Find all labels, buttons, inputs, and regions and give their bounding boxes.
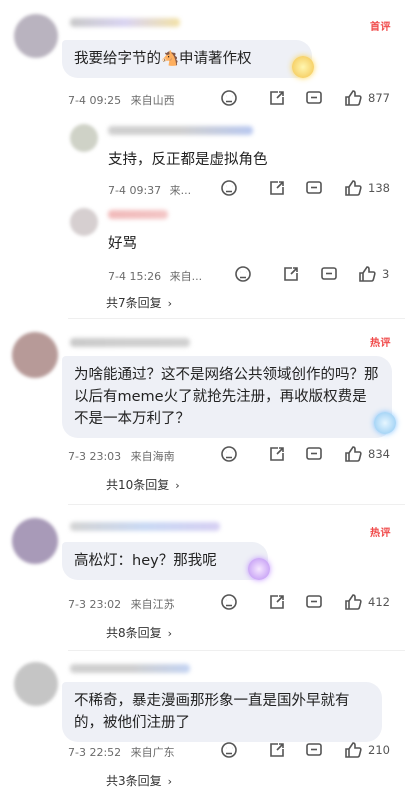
username-blurred[interactable] (70, 522, 220, 531)
comment-text[interactable]: 为啥能通过？这不是网络公共领域创作的吗？那以后有meme火了就抢先注册，再收版权… (62, 356, 392, 438)
avatar[interactable] (14, 662, 58, 706)
reply-1: 支持，反正都是虚拟角色 7-4 09:37 来... 138 (0, 118, 405, 198)
chevron-right-icon: › (167, 775, 173, 788)
comment-text[interactable]: 不稀奇，暴走漫画那形象一直是国外早就有的，被他们注册了 (62, 682, 382, 742)
username-blurred[interactable] (70, 338, 190, 347)
fan-badge-icon (292, 56, 314, 78)
comment-3: 热评 高松灯：hey？那我呢 7-3 23:02 来自江苏 412 共8条回复 › (0, 506, 405, 648)
chevron-right-icon: › (167, 297, 173, 310)
reply-count: 共3条回复 (106, 774, 162, 788)
share-icon[interactable] (268, 179, 286, 197)
username-blurred[interactable] (108, 126, 253, 135)
reply-count: 共10条回复 (106, 478, 170, 492)
dislike-icon[interactable] (234, 265, 252, 283)
avatar[interactable] (14, 14, 58, 58)
action-bar: 3 (234, 265, 404, 283)
location: 来自... (169, 270, 203, 283)
comment-1: 首评 我要给字节的🐴申请著作权 7-4 09:25 来自山西 877 (0, 0, 405, 118)
like-count: 877 (368, 91, 390, 105)
comment-icon[interactable] (305, 593, 323, 611)
comment-meta: 7-3 22:52 来自广东 (68, 744, 175, 760)
action-bar: 412 (220, 593, 400, 611)
comment-icon[interactable] (305, 179, 323, 197)
like-count: 138 (368, 181, 390, 195)
divider (68, 318, 405, 319)
avatar[interactable] (70, 124, 98, 152)
reply-count: 共8条回复 (106, 626, 162, 640)
timestamp: 7-4 09:37 (108, 184, 162, 197)
comment-icon[interactable] (305, 741, 323, 759)
fan-badge-icon (248, 558, 270, 580)
hot-comment-tag: 热评 (370, 528, 391, 539)
comment-text[interactable]: 我要给字节的🐴申请著作权 (62, 40, 312, 78)
like-icon[interactable] (344, 741, 362, 759)
timestamp: 7-3 22:52 (68, 746, 122, 759)
view-replies-link[interactable]: 共8条回复 › (106, 624, 172, 641)
comment-meta: 7-4 09:25 来自山西 (68, 92, 175, 108)
timestamp: 7-3 23:03 (68, 450, 122, 463)
timestamp: 7-4 09:25 (68, 94, 122, 107)
location: 来自山西 (130, 94, 175, 107)
view-replies-link[interactable]: 共10条回复 › (106, 476, 180, 493)
view-replies-link[interactable]: 共7条回复 › (106, 294, 172, 311)
comment-text[interactable]: 高松灯：hey？那我呢 (62, 542, 268, 580)
share-icon[interactable] (268, 445, 286, 463)
like-icon[interactable] (344, 179, 362, 197)
avatar[interactable] (12, 518, 58, 564)
comment-4: 不稀奇，暴走漫画那形象一直是国外早就有的，被他们注册了 7-3 22:52 来自… (0, 652, 405, 800)
reply-meta: 7-4 15:26 来自... (108, 268, 202, 284)
reply-2: 好骂 7-4 15:26 来自... 3 共7条回复 › (0, 200, 405, 310)
action-bar: 210 (220, 741, 400, 759)
dislike-icon[interactable] (220, 593, 238, 611)
comment-icon[interactable] (305, 89, 323, 107)
comment-icon[interactable] (305, 445, 323, 463)
timestamp: 7-3 23:02 (68, 598, 122, 611)
location: 来自海南 (130, 450, 175, 463)
reply-text[interactable]: 好骂 (108, 232, 137, 253)
comment-icon[interactable] (320, 265, 338, 283)
like-icon[interactable] (344, 445, 362, 463)
timestamp: 7-4 15:26 (108, 270, 162, 283)
dislike-icon[interactable] (220, 741, 238, 759)
comment-2: 热评 为啥能通过？这不是网络公共领域创作的吗？那以后有meme火了就抢先注册，再… (0, 320, 405, 500)
comment-meta: 7-3 23:02 来自江苏 (68, 596, 175, 612)
reply-count: 共7条回复 (106, 296, 162, 310)
share-icon[interactable] (268, 593, 286, 611)
divider (68, 504, 405, 505)
like-icon[interactable] (344, 593, 362, 611)
reply-meta: 7-4 09:37 来... (108, 182, 191, 198)
avatar[interactable] (70, 208, 98, 236)
action-bar: 138 (220, 179, 400, 197)
like-icon[interactable] (358, 265, 376, 283)
like-count: 3 (382, 267, 390, 281)
divider (68, 650, 405, 651)
share-icon[interactable] (268, 89, 286, 107)
like-count: 412 (368, 595, 390, 609)
username-blurred[interactable] (70, 664, 190, 673)
view-replies-link[interactable]: 共3条回复 › (106, 772, 172, 789)
username-blurred[interactable] (70, 18, 180, 27)
like-icon[interactable] (344, 89, 362, 107)
avatar[interactable] (12, 332, 58, 378)
like-count: 834 (368, 447, 390, 461)
dislike-icon[interactable] (220, 445, 238, 463)
action-bar: 834 (220, 445, 400, 463)
username-blurred[interactable] (108, 210, 168, 219)
share-icon[interactable] (268, 741, 286, 759)
fan-badge-icon (374, 412, 396, 434)
chevron-right-icon: › (167, 627, 173, 640)
like-count: 210 (368, 743, 390, 757)
first-comment-tag: 首评 (370, 22, 391, 33)
hot-comment-tag: 热评 (370, 338, 391, 349)
action-bar: 877 (220, 89, 400, 107)
location: 来自江苏 (130, 598, 175, 611)
comment-meta: 7-3 23:03 来自海南 (68, 448, 175, 464)
share-icon[interactable] (282, 265, 300, 283)
location: 来自广东 (130, 746, 175, 759)
chevron-right-icon: › (175, 479, 180, 492)
location: 来... (169, 184, 192, 197)
dislike-icon[interactable] (220, 179, 238, 197)
reply-text[interactable]: 支持，反正都是虚拟角色 (108, 148, 268, 169)
dislike-icon[interactable] (220, 89, 238, 107)
